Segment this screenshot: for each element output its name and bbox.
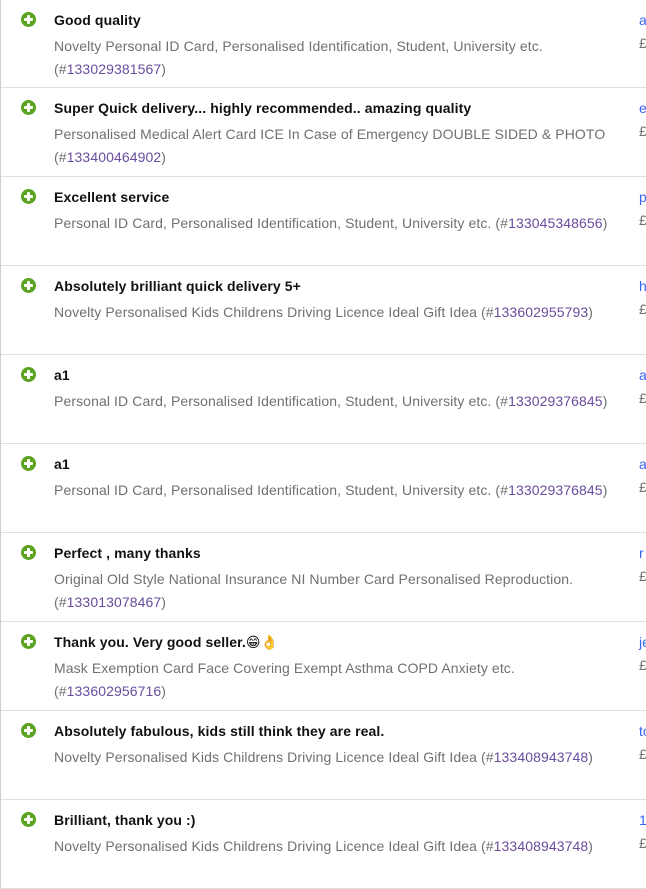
price: £ <box>639 212 646 228</box>
feedback-row: Super Quick delivery... highly recommend… <box>1 88 646 177</box>
positive-feedback-icon <box>21 545 36 560</box>
item-title: Mask Exemption Card Face Covering Exempt… <box>54 660 515 676</box>
positive-feedback-icon <box>21 367 36 382</box>
item-title: Personalised Medical Alert Card ICE In C… <box>54 126 606 142</box>
item-title: Personal ID Card, Personalised Identific… <box>54 482 492 498</box>
item-title: Personal ID Card, Personalised Identific… <box>54 393 492 409</box>
feedback-comment: Brilliant, thank you :) <box>54 812 196 828</box>
feedback-list: Good quality Novelty Personal ID Card, P… <box>0 0 646 889</box>
buyer-link[interactable]: a <box>639 12 646 28</box>
item-description: Novelty Personal ID Card, Personalised I… <box>54 38 543 77</box>
positive-feedback-icon <box>21 812 36 827</box>
price: £ <box>639 479 646 495</box>
price: £ <box>639 123 646 139</box>
buyer-link[interactable]: 12 <box>639 812 646 828</box>
feedback-row: Brilliant, thank you :) Novelty Personal… <box>1 800 646 889</box>
price: £ <box>639 746 646 762</box>
positive-feedback-icon <box>21 634 36 649</box>
item-description: Personal ID Card, Personalised Identific… <box>54 393 608 409</box>
item-description: Original Old Style National Insurance NI… <box>54 571 574 610</box>
item-description: Novelty Personalised Kids Childrens Driv… <box>54 838 594 854</box>
buyer-link[interactable]: p <box>639 189 646 205</box>
feedback-row: Excellent service Personal ID Card, Pers… <box>1 177 646 266</box>
buyer-link[interactable]: a <box>639 456 646 472</box>
positive-feedback-icon <box>21 189 36 204</box>
feedback-comment: Excellent service <box>54 189 170 205</box>
feedback-comment: Perfect , many thanks <box>54 545 201 561</box>
feedback-comment: a1 <box>54 456 70 472</box>
item-description: Novelty Personalised Kids Childrens Driv… <box>54 304 594 320</box>
item-number-link[interactable]: 133602955793 <box>494 304 589 320</box>
item-number-link[interactable]: 133013078467 <box>67 594 162 610</box>
feedback-comment: Absolutely fabulous, kids still think th… <box>54 723 385 739</box>
buyer-link[interactable]: r <box>639 545 644 561</box>
item-title: Personal ID Card, Personalised Identific… <box>54 215 492 231</box>
item-description: Personal ID Card, Personalised Identific… <box>54 482 608 498</box>
feedback-row: Thank you. Very good seller.😁👌 Mask Exem… <box>1 622 646 711</box>
price: £ <box>639 35 646 51</box>
feedback-row: Perfect , many thanks Original Old Style… <box>1 533 646 622</box>
feedback-row: Absolutely fabulous, kids still think th… <box>1 711 646 800</box>
item-number-link[interactable]: 133045348656 <box>508 215 603 231</box>
feedback-comment: Super Quick delivery... highly recommend… <box>54 100 472 116</box>
positive-feedback-icon <box>21 456 36 471</box>
item-number-link[interactable]: 133029376845 <box>508 393 603 409</box>
positive-feedback-icon <box>21 100 36 115</box>
item-title: Novelty Personalised Kids Childrens Driv… <box>54 749 478 765</box>
feedback-row: a1 Personal ID Card, Personalised Identi… <box>1 444 646 533</box>
price: £ <box>639 657 646 673</box>
feedback-row: Good quality Novelty Personal ID Card, P… <box>1 0 646 88</box>
positive-feedback-icon <box>21 12 36 27</box>
item-number-link[interactable]: 133408943748 <box>494 838 589 854</box>
price: £ <box>639 301 646 317</box>
positive-feedback-icon <box>21 278 36 293</box>
positive-feedback-icon <box>21 723 36 738</box>
buyer-link[interactable]: h <box>639 278 646 294</box>
buyer-link[interactable]: tc <box>639 723 646 739</box>
feedback-comment: Thank you. Very good seller.😁👌 <box>54 634 279 650</box>
item-number-link[interactable]: 133408943748 <box>494 749 589 765</box>
feedback-comment: Good quality <box>54 12 141 28</box>
item-title: Original Old Style National Insurance NI… <box>54 571 574 587</box>
price: £ <box>639 835 646 851</box>
item-title: Novelty Personalised Kids Childrens Driv… <box>54 838 478 854</box>
price: £ <box>639 390 646 406</box>
item-number-link[interactable]: 133029376845 <box>508 482 603 498</box>
item-description: Novelty Personalised Kids Childrens Driv… <box>54 749 594 765</box>
item-number-link[interactable]: 133029381567 <box>67 61 162 77</box>
item-number-link[interactable]: 133602956716 <box>67 683 162 699</box>
feedback-comment: Absolutely brilliant quick delivery 5+ <box>54 278 301 294</box>
price: £ <box>639 568 646 584</box>
feedback-comment: a1 <box>54 367 70 383</box>
item-title: Novelty Personal ID Card, Personalised I… <box>54 38 543 54</box>
feedback-row: a1 Personal ID Card, Personalised Identi… <box>1 355 646 444</box>
buyer-link[interactable]: je <box>639 634 646 650</box>
buyer-link[interactable]: a <box>639 367 646 383</box>
feedback-row: Absolutely brilliant quick delivery 5+ N… <box>1 266 646 355</box>
buyer-link[interactable]: e <box>639 100 646 116</box>
item-number-link[interactable]: 133400464902 <box>67 149 162 165</box>
item-description: Personal ID Card, Personalised Identific… <box>54 215 608 231</box>
item-description: Mask Exemption Card Face Covering Exempt… <box>54 660 515 699</box>
item-title: Novelty Personalised Kids Childrens Driv… <box>54 304 478 320</box>
item-description: Personalised Medical Alert Card ICE In C… <box>54 126 606 165</box>
